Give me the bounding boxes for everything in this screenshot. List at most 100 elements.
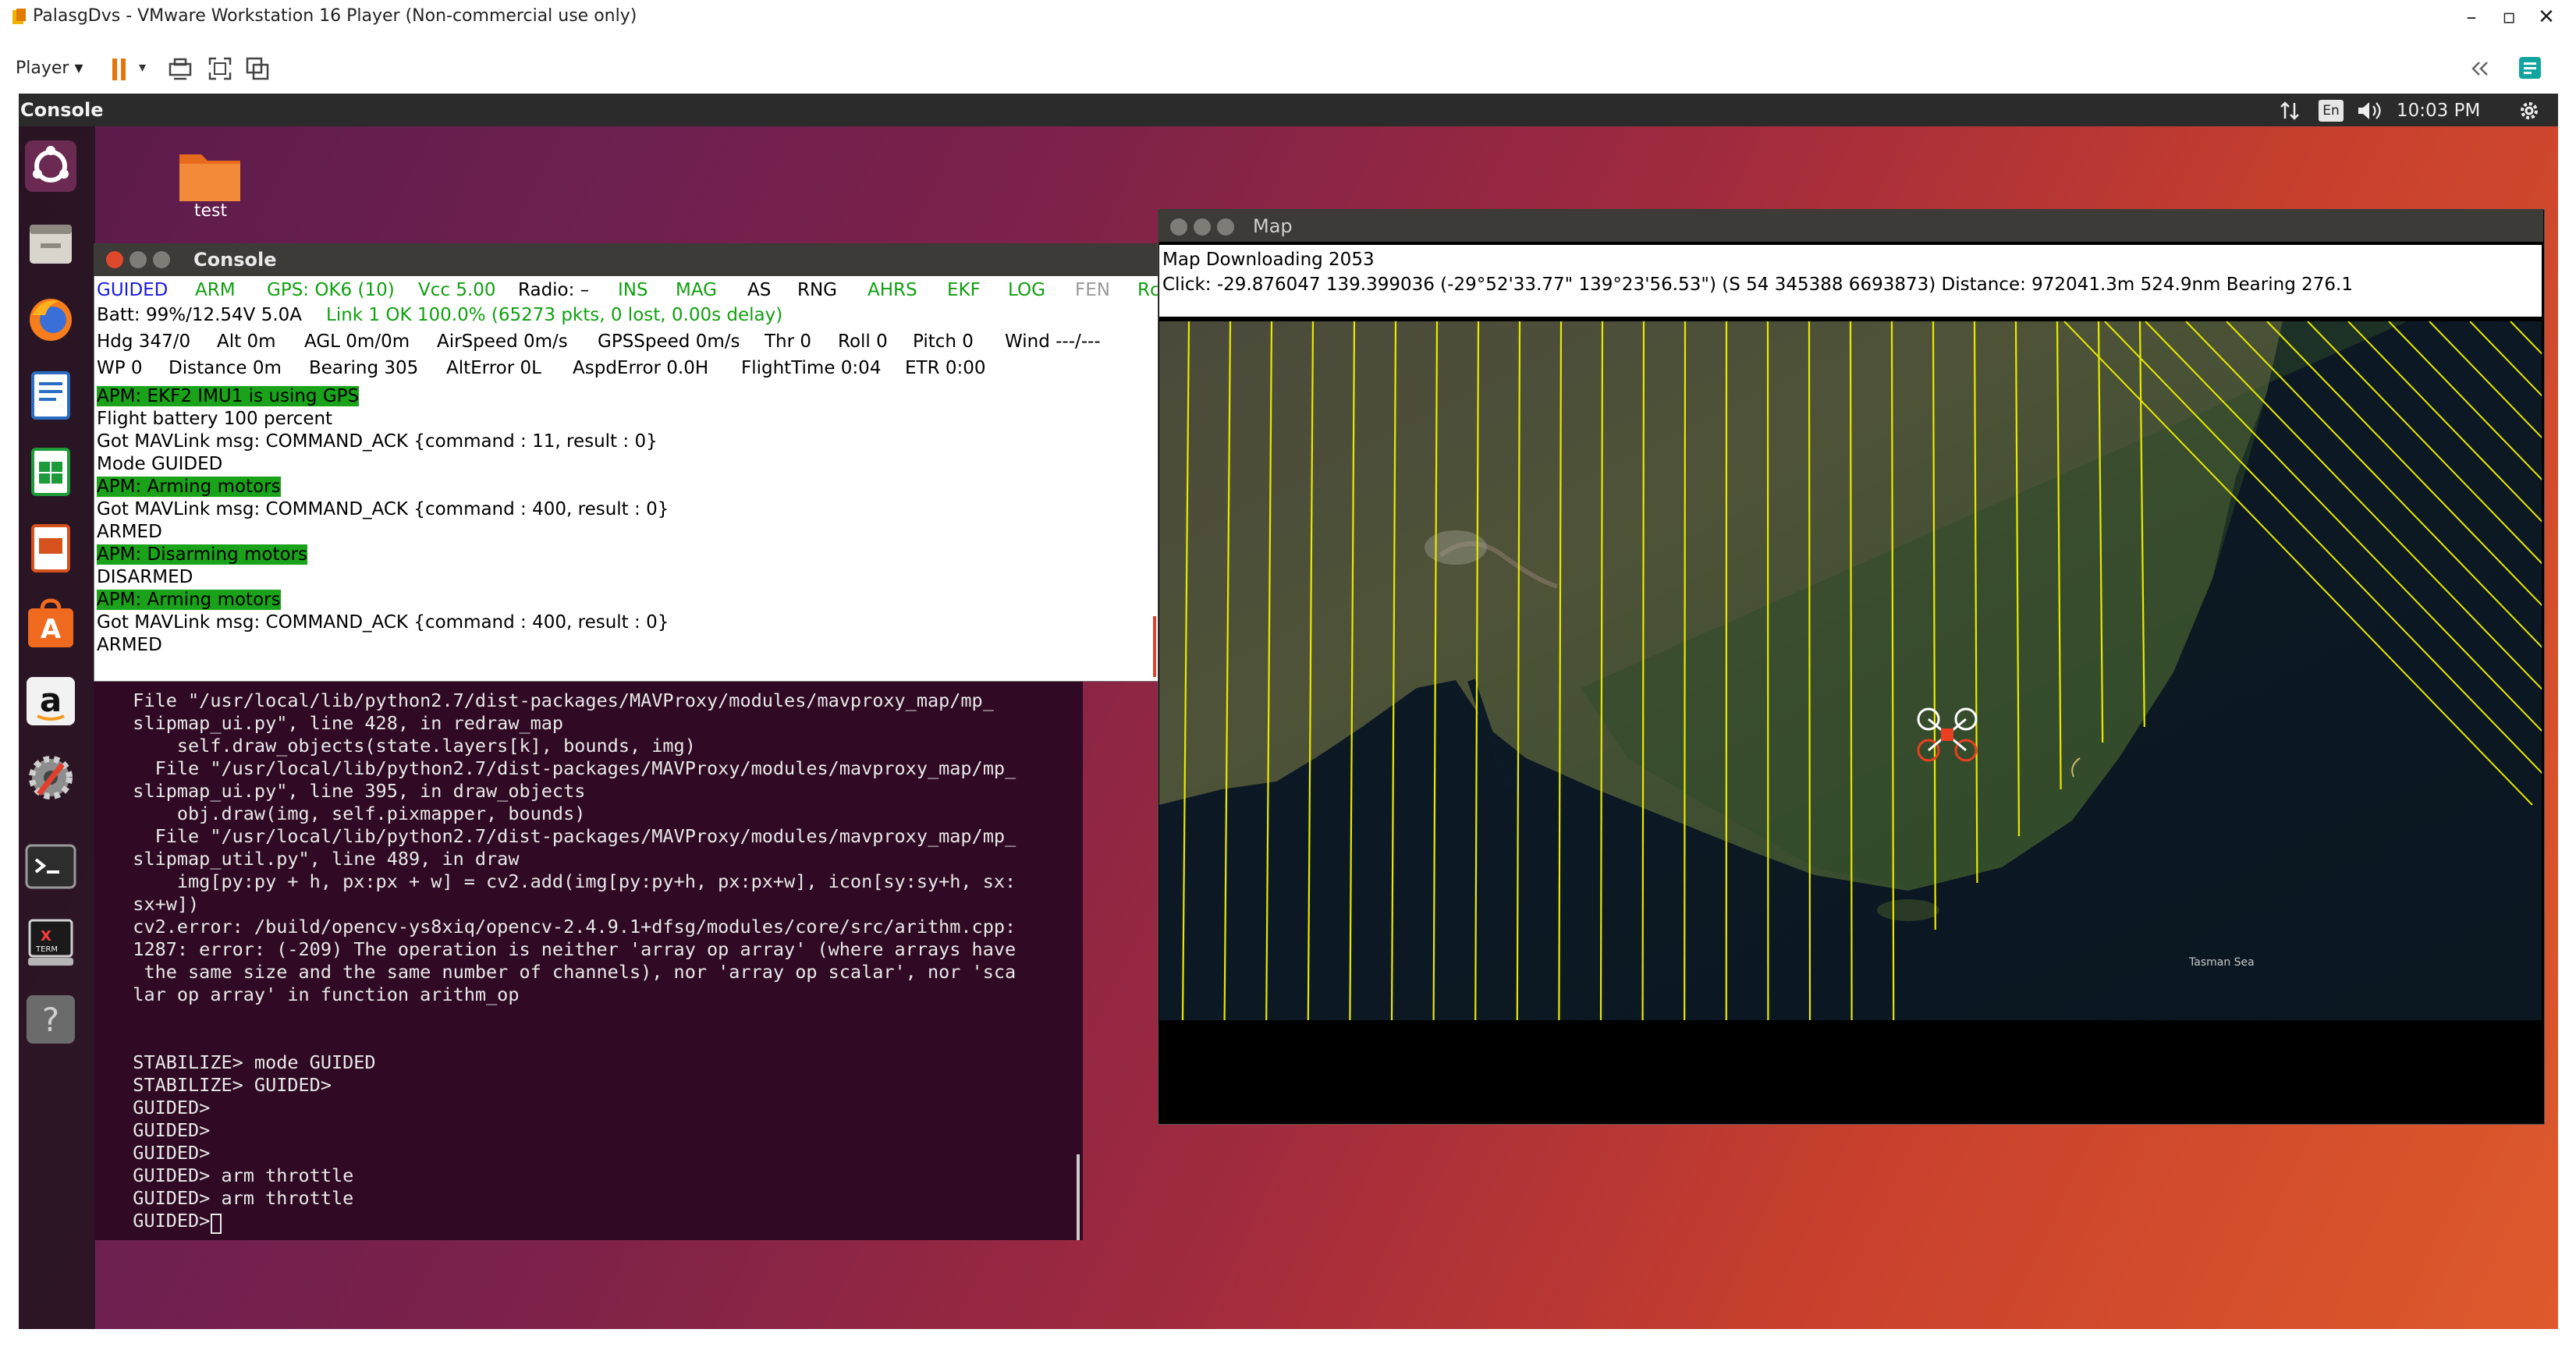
map-grid-line (1932, 321, 1936, 930)
status-aspderror: AspdError 0.0H (573, 358, 709, 378)
console-minimize-button[interactable] (130, 251, 147, 268)
status-pitch: Pitch 0 (913, 331, 974, 352)
xterm-icon[interactable]: XTERM (23, 916, 78, 970)
library-icon[interactable] (2517, 55, 2543, 81)
volume-icon[interactable] (2356, 100, 2384, 122)
map-unloaded-area (1159, 1020, 2542, 1122)
console-close-button[interactable] (106, 251, 123, 268)
map-close-button[interactable] (1170, 218, 1187, 236)
close-button[interactable]: ✕ (2531, 3, 2562, 31)
system-tray: En 10:03 PM (2278, 95, 2551, 126)
terminal-icon[interactable] (23, 839, 78, 894)
folder-label[interactable]: test (179, 201, 242, 221)
map-window-titlebar[interactable] (1158, 209, 2543, 242)
map-diagonal-line (2388, 321, 2542, 480)
log-line: APM: Disarming motors (97, 544, 308, 565)
log-line: APM: Arming motors (97, 477, 281, 497)
console-maximize-button[interactable] (153, 251, 170, 268)
map-diagonal-line (2226, 321, 2542, 648)
settings-gear-icon[interactable] (2517, 98, 2542, 123)
log-line: Mode GUIDED (97, 454, 223, 474)
map-grid-line (2014, 321, 2021, 837)
status-etr: ETR 0:00 (905, 358, 986, 378)
firefox-icon[interactable] (23, 292, 78, 346)
files-icon[interactable] (23, 217, 78, 271)
console-window-title: Console (193, 249, 277, 271)
map-grid-line (1349, 321, 1356, 1020)
pause-icon[interactable] (111, 56, 128, 83)
map-diagonal-line (2185, 321, 2542, 690)
svg-text:X: X (41, 928, 51, 945)
keyboard-layout-indicator[interactable]: En (2319, 100, 2344, 122)
terminal-output[interactable]: File "/usr/local/lib/python2.7/dist-pack… (111, 689, 1075, 1232)
map-grid-lines (1181, 321, 2542, 1020)
status-agl: AGL 0m/0m (304, 331, 410, 352)
network-icon[interactable] (2278, 100, 2301, 122)
map-grid-line (1684, 321, 1687, 1020)
terminal-scrollbar[interactable] (1077, 1154, 1080, 1240)
player-menu[interactable]: Player ▾ (16, 55, 83, 83)
vmware-app-icon (12, 9, 26, 24)
status-gps: GPS: OK6 (10) (267, 280, 395, 300)
console-tab[interactable]: Console (20, 95, 103, 125)
status-vcc: Vcc 5.00 (418, 280, 496, 300)
map-grid-line (2138, 321, 2145, 728)
vm-console-bar (19, 94, 2558, 126)
map-grid-line (1849, 321, 1853, 1020)
send-ctrl-alt-del-icon[interactable] (167, 56, 193, 81)
pause-dropdown-icon[interactable]: ▾ (139, 59, 146, 76)
log-line: ARMED (97, 635, 162, 655)
amazon-icon[interactable]: a (23, 674, 78, 728)
log-line: Got MAVLink msg: COMMAND_ACK {command : … (97, 499, 669, 519)
map-grid-line (1599, 321, 1604, 1020)
help-icon[interactable]: ? (23, 992, 78, 1047)
map-grid-line (1181, 321, 1190, 1020)
map-maximize-button[interactable] (1217, 218, 1234, 236)
status-bearing: Bearing 305 (309, 358, 419, 378)
map-grid-line (1265, 321, 1273, 1020)
status-ekf: EKF (947, 280, 981, 300)
fullscreen-icon[interactable] (208, 56, 232, 81)
clock[interactable]: 10:03 PM (2397, 97, 2480, 125)
log-line: ARMED (97, 522, 162, 542)
map-grid-line (2056, 321, 2062, 790)
minimize-button[interactable]: – (2456, 3, 2487, 31)
libreoffice-impress-icon[interactable] (23, 521, 78, 576)
maximize-button[interactable]: ▫ (2493, 3, 2525, 31)
libreoffice-writer-icon[interactable] (23, 368, 78, 423)
unity-mode-icon[interactable] (245, 56, 270, 81)
map-grid-line (1432, 321, 1439, 1020)
status-alt: Alt 0m (217, 331, 276, 352)
status-distance: Distance 0m (169, 358, 282, 378)
status-airspeed: AirSpeed 0m/s (437, 331, 568, 352)
status-wp: WP 0 (97, 358, 143, 378)
system-settings-icon[interactable] (23, 750, 78, 805)
log-line: APM: Arming motors (97, 590, 281, 610)
map-minimize-button[interactable] (1194, 218, 1211, 236)
log-line: Got MAVLink msg: COMMAND_ACK {command : … (97, 612, 669, 633)
log-line: DISARMED (97, 567, 193, 587)
map-grid-line (1474, 321, 1480, 1020)
ubuntu-dash-icon[interactable] (23, 139, 78, 193)
status-flighttime: FlightTime 0:04 (741, 358, 882, 378)
map-diagonal-line (2063, 321, 2533, 806)
map-download-status: Map Downloading 2053 (1162, 250, 1375, 270)
map-diagonal-line (2469, 321, 2542, 397)
folder-icon[interactable] (178, 147, 242, 203)
software-center-icon[interactable]: A (23, 597, 78, 652)
map-grid-line (1890, 321, 1895, 1020)
map-diagonal-line (2104, 321, 2542, 774)
map-grid-line (1307, 321, 1315, 1020)
log-line: Flight battery 100 percent (97, 409, 333, 429)
vmware-toolbar (0, 34, 2576, 94)
status-throttle: Thr 0 (765, 331, 812, 352)
status-rc: Rc (1137, 280, 1160, 300)
map-grid-line (1808, 321, 1811, 1020)
status-battery: Batt: 99%/12.54V 5.0A (97, 305, 303, 325)
log-line: APM: EKF2 IMU1 is using GPS (97, 386, 360, 406)
status-alterror: AltError 0L (446, 358, 541, 378)
status-wind: Wind ---/--- (1005, 331, 1101, 352)
libreoffice-calc-icon[interactable] (23, 445, 78, 499)
back-arrows-icon[interactable] (2468, 59, 2492, 78)
status-as: AS (747, 280, 772, 300)
